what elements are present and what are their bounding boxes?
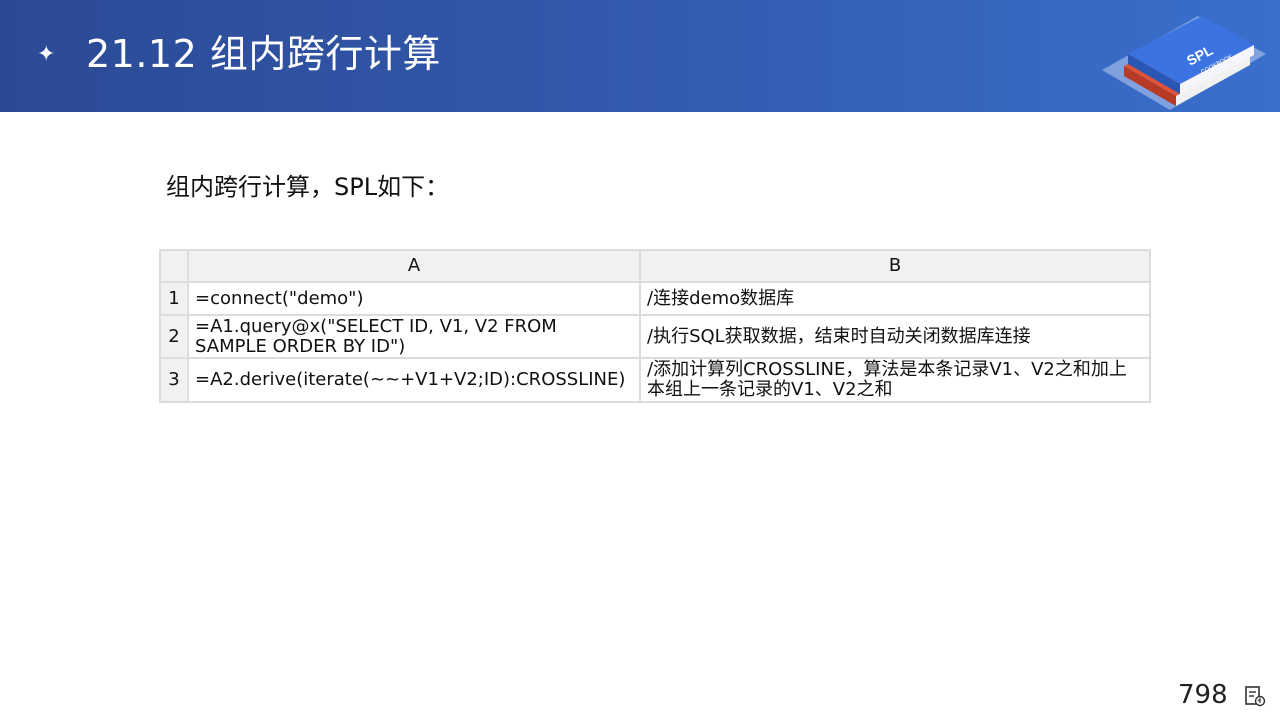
cell-b2[interactable]: /执行SQL获取数据，结束时自动关闭数据库连接 [639,314,1151,359]
page-number: 798 [1178,680,1228,710]
slide-title: 21.12 组内跨行计算 [86,32,441,76]
cell-b1[interactable]: /连接demo数据库 [639,281,1151,316]
grid-corner-cell[interactable] [159,249,189,283]
row-number[interactable]: 3 [159,357,189,403]
grid-row: 3 =A2.derive(iterate(~~+V1+V2;ID):CROSSL… [159,357,1151,403]
cell-a2[interactable]: =A1.query@x("SELECT ID, V1, V2 FROM SAMP… [187,314,641,359]
column-header-a[interactable]: A [187,249,641,283]
spl-cookbook-logo: SPL COOKBOOK [1102,16,1266,110]
cell-b3[interactable]: /添加计算列CROSSLINE，算法是本条记录V1、V2之和加上本组上一条记录的… [639,357,1151,403]
row-number[interactable]: 1 [159,281,189,316]
grid-row: 2 =A1.query@x("SELECT ID, V1, V2 FROM SA… [159,314,1151,359]
column-header-b[interactable]: B [639,249,1151,283]
cell-a3[interactable]: =A2.derive(iterate(~~+V1+V2;ID):CROSSLIN… [187,357,641,403]
title-bar: ✦ 21.12 组内跨行计算 SPL COOKBOOK [0,0,1280,112]
spl-grid: A B 1 =connect("demo") /连接demo数据库 2 =A1.… [159,249,1151,403]
page-return-icon[interactable] [1244,685,1266,707]
star-icon: ✦ [37,42,56,67]
grid-header-row: A B [159,249,1151,283]
slide-subtitle: 组内跨行计算，SPL如下： [166,173,450,201]
cell-a1[interactable]: =connect("demo") [187,281,641,316]
grid-row: 1 =connect("demo") /连接demo数据库 [159,281,1151,316]
row-number[interactable]: 2 [159,314,189,359]
